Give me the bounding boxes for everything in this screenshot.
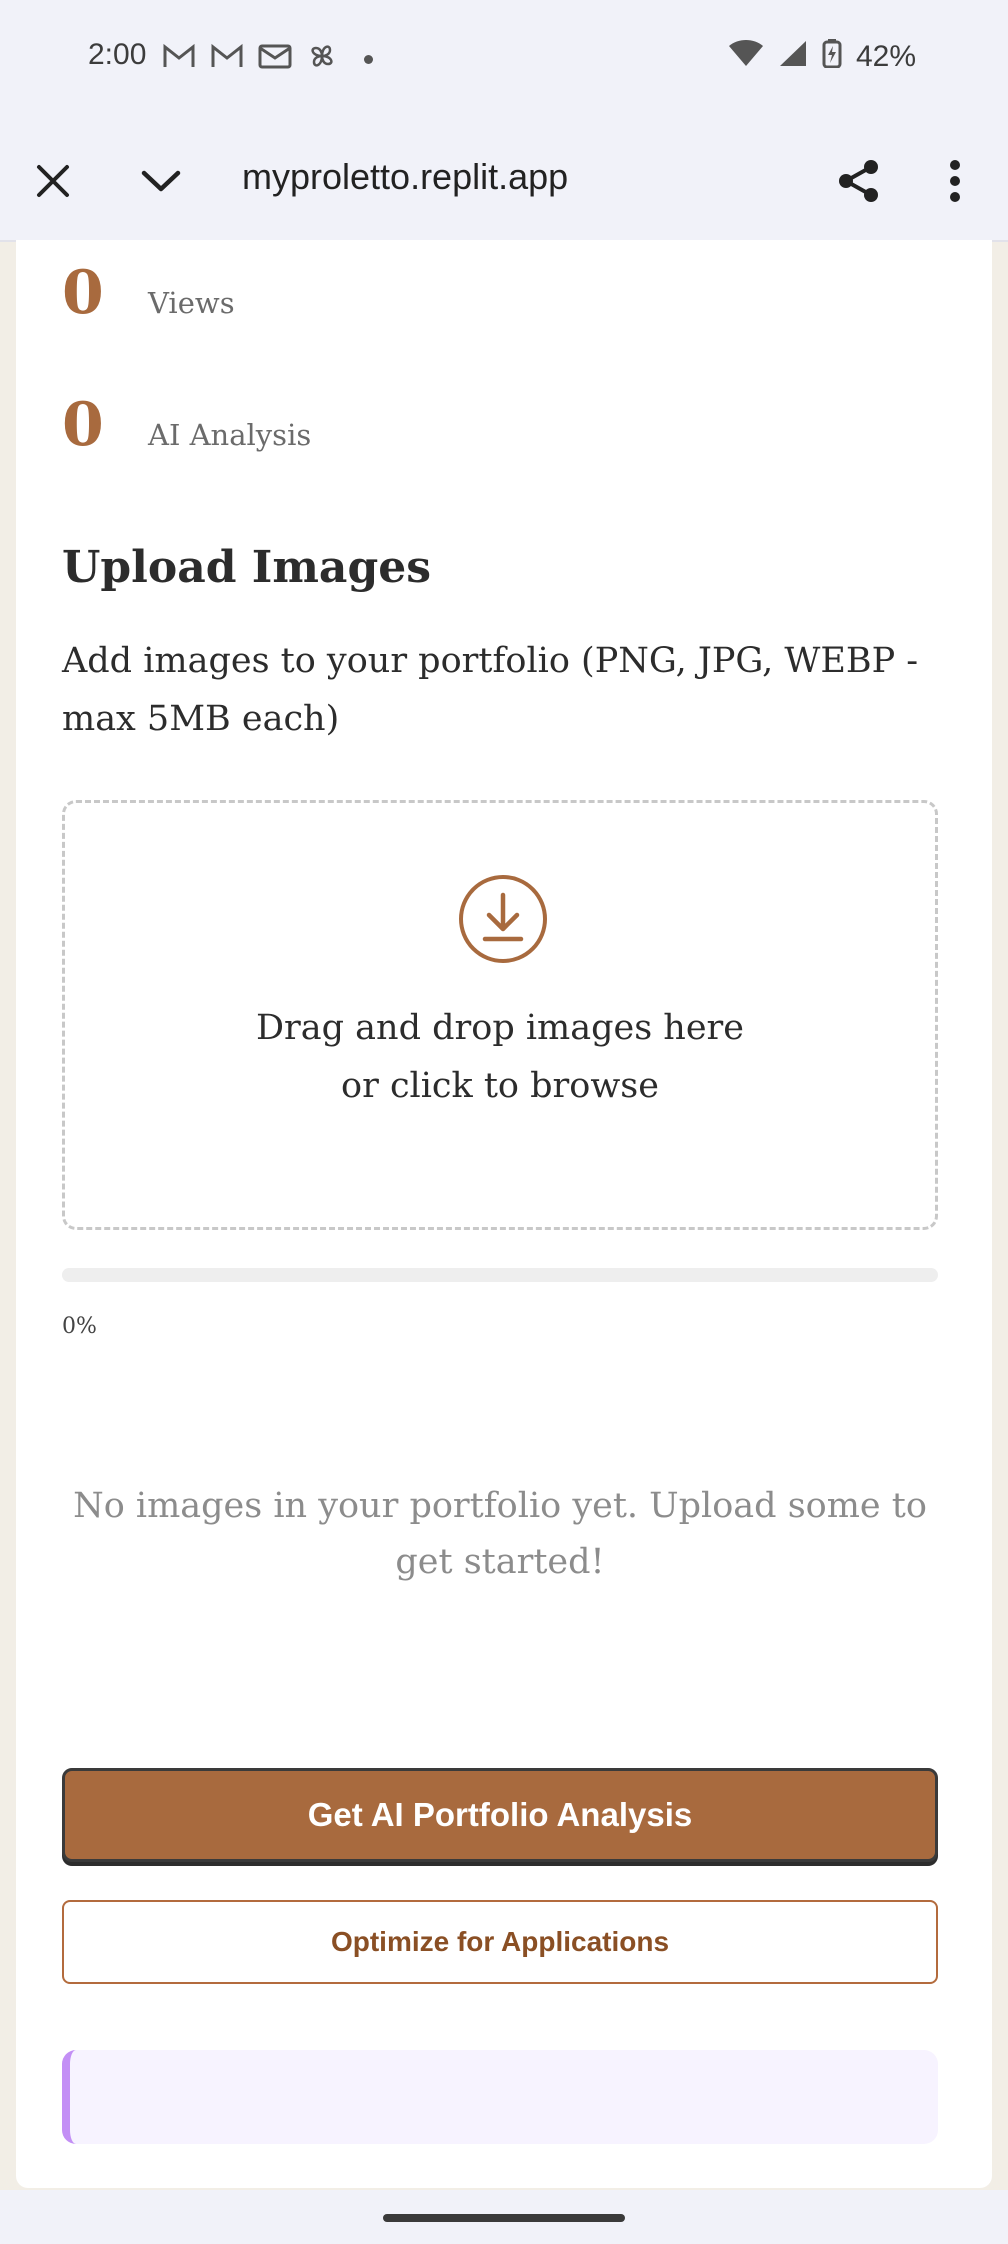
upload-description: Add images to your portfolio (PNG, JPG, … bbox=[62, 641, 919, 739]
notification-dot bbox=[364, 55, 373, 64]
notification-icons bbox=[162, 40, 373, 79]
stat-views: 0 Views bbox=[62, 258, 235, 328]
stat-ai-analysis-value: 0 bbox=[62, 390, 104, 460]
dropzone-text: Drag and drop images here or click to br… bbox=[65, 999, 935, 1115]
browser-toolbar: myproletto.replit.app bbox=[0, 118, 1008, 242]
system-indicators: 42% bbox=[728, 38, 916, 76]
home-gesture-handle[interactable] bbox=[383, 2214, 625, 2222]
url-text[interactable]: myproletto.replit.app bbox=[242, 156, 568, 198]
signal-icon bbox=[778, 39, 808, 75]
download-icon bbox=[459, 875, 547, 963]
more-vert-icon[interactable] bbox=[928, 154, 982, 208]
stat-views-label: Views bbox=[148, 286, 235, 320]
status-bar: 2:00 42% bbox=[0, 0, 1008, 118]
gmail-icon bbox=[210, 43, 244, 76]
stat-views-value: 0 bbox=[62, 258, 104, 328]
optimize-applications-button[interactable]: Optimize for Applications bbox=[62, 1900, 938, 1984]
get-ai-analysis-button[interactable]: Get AI Portfolio Analysis bbox=[62, 1768, 938, 1862]
portfolio-card: 0 Views 0 AI Analysis Upload Images Add … bbox=[16, 240, 992, 2188]
info-callout bbox=[62, 2050, 938, 2144]
empty-state-message: No images in your portfolio yet. Upload … bbox=[73, 1486, 927, 1582]
stat-ai-analysis: 0 AI Analysis bbox=[62, 390, 311, 460]
battery-charging-icon bbox=[822, 38, 842, 76]
upload-progress-text: 0% bbox=[62, 1314, 97, 1339]
status-time: 2:00 bbox=[88, 38, 147, 71]
dropzone-line-1: Drag and drop images here bbox=[255, 1008, 745, 1048]
dropzone-line-2: or click to browse bbox=[341, 1066, 659, 1106]
image-dropzone[interactable]: Drag and drop images here or click to br… bbox=[62, 800, 938, 1230]
share-icon[interactable] bbox=[832, 154, 886, 208]
pinwheel-icon bbox=[306, 40, 338, 79]
gmail-icon bbox=[162, 43, 196, 76]
wifi-icon bbox=[728, 39, 764, 75]
close-icon[interactable] bbox=[26, 154, 80, 208]
upload-progress-bar bbox=[62, 1268, 938, 1282]
nav-bar bbox=[0, 2190, 1008, 2244]
mail-icon bbox=[258, 43, 292, 76]
chevron-down-icon[interactable] bbox=[134, 154, 188, 208]
battery-percent: 42% bbox=[855, 40, 916, 73]
upload-title: Upload Images bbox=[62, 542, 431, 593]
stat-ai-analysis-label: AI Analysis bbox=[148, 418, 312, 452]
